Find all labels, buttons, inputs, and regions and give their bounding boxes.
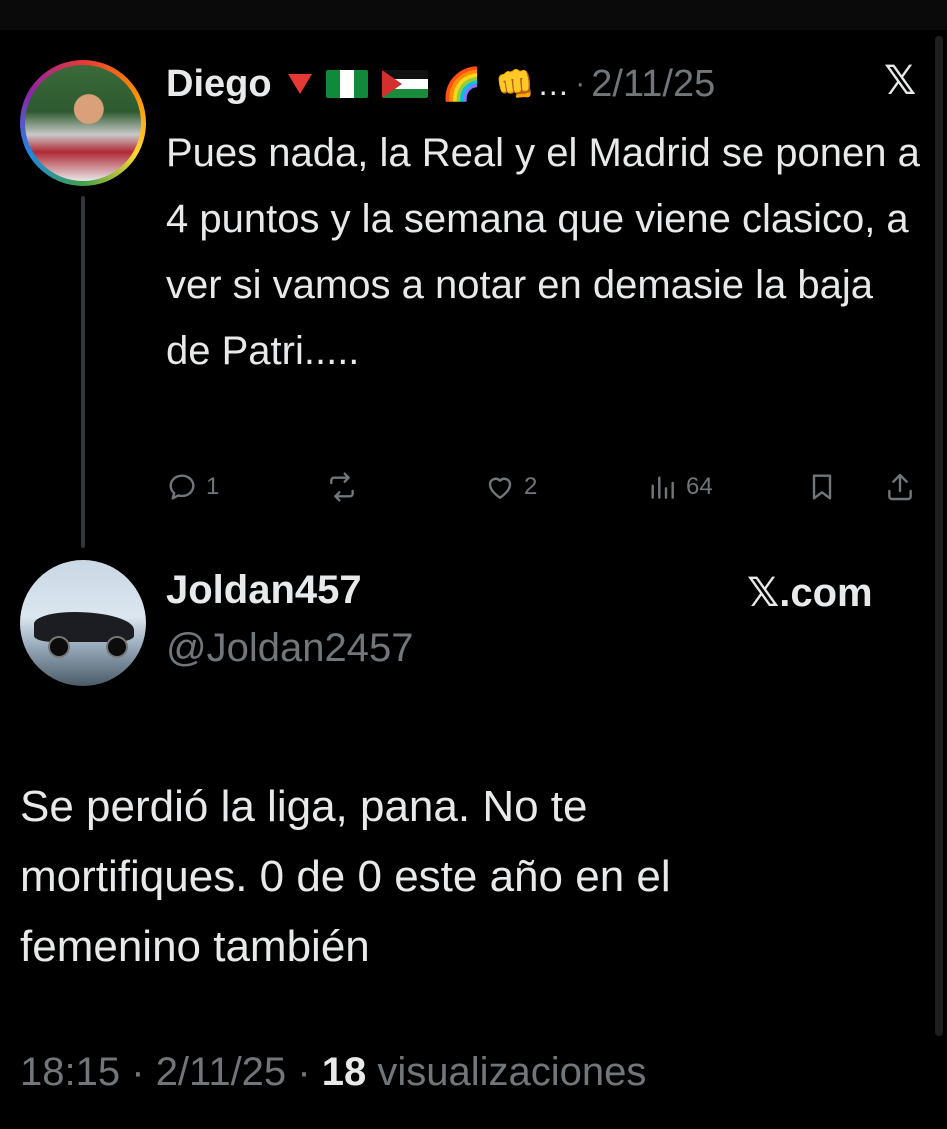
reply-text-line: mortifiques. 0 de 0 este año en el (20, 852, 671, 901)
reply-text-line: Se perdió la liga, pana. No te (20, 782, 588, 831)
tweet-screenshot: Diego 🌈 👊 … · 2/11/25 𝕏 Pues nada, la Re… (0, 0, 947, 1129)
bookmark-icon (812, 474, 832, 500)
reply-action[interactable]: 1 (166, 462, 219, 512)
views-count: 64 (686, 473, 713, 500)
reply-time[interactable]: 18:15 (20, 1050, 120, 1094)
bookmark-action[interactable] (806, 462, 838, 512)
palestine-flag-icon (381, 70, 428, 98)
reply-meta: 18:15 · 2/11/25 · 18 visualizaciones (20, 1050, 646, 1095)
parent-header: Diego 🌈 👊 … · 2/11/25 (166, 56, 715, 112)
parent-action-bar: 1 2 64 (166, 462, 926, 512)
header-separator: · (575, 67, 586, 100)
share-icon (888, 473, 912, 501)
parent-tweet-text: Pues nada, la Real y el Madrid se ponen … (166, 131, 920, 373)
meta-separator: · (131, 1050, 145, 1094)
reply-views-count: 18 (321, 1050, 367, 1094)
fist-icon: 👊 (495, 66, 536, 102)
status-bar-strip (0, 0, 947, 30)
repost-action[interactable] (326, 462, 366, 512)
reply-icon (169, 474, 195, 500)
parent-avatar[interactable] (20, 60, 146, 186)
scrollbar[interactable] (935, 36, 943, 1036)
rainbow-icon: 🌈 (441, 66, 482, 102)
thread-connector-line (81, 196, 85, 548)
reply-handle[interactable]: @Joldan2457 (166, 626, 413, 671)
heart-icon (488, 477, 512, 499)
views-action[interactable]: 64 (646, 462, 713, 512)
parent-date[interactable]: 2/11/25 (591, 63, 715, 106)
meta-separator: · (297, 1050, 311, 1094)
share-action[interactable] (884, 462, 916, 512)
reply-count: 1 (206, 473, 220, 500)
repost-icon (330, 472, 354, 502)
x-com-watermark: 𝕏.com (747, 571, 873, 615)
views-chart-icon (651, 476, 674, 499)
reply-date[interactable]: 2/11/25 (156, 1050, 287, 1094)
name-ellipsis: … (537, 65, 570, 102)
x-logo-icon: 𝕏 (884, 59, 917, 103)
nigeria-flag-icon (325, 70, 368, 98)
reply-display-name[interactable]: Joldan457 (166, 568, 362, 613)
parent-avatar-photo (25, 65, 141, 181)
car-wheel (106, 636, 128, 658)
red-down-triangle-icon (287, 74, 312, 94)
parent-display-name[interactable]: Diego (166, 63, 272, 106)
like-count: 2 (524, 473, 538, 500)
like-action[interactable]: 2 (484, 462, 537, 512)
reply-avatar[interactable] (20, 560, 146, 686)
reply-tweet-text: Se perdió la liga, pana. No te mortifiqu… (20, 772, 920, 982)
reply-text-line: femenino también (20, 922, 370, 971)
car-wheel (48, 636, 70, 658)
reply-views-label: visualizaciones (377, 1050, 647, 1094)
